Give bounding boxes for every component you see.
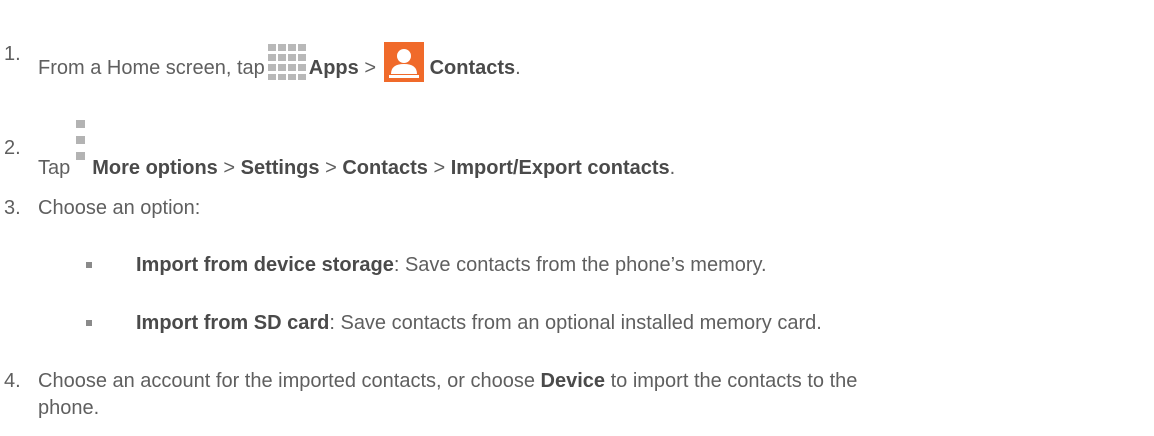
separator: >	[433, 157, 446, 179]
step-wrap-text: phone.	[38, 397, 100, 419]
step-number: 1.	[4, 43, 21, 65]
settings-label: Settings	[240, 157, 320, 179]
option-text: Import from device storage: Save contact…	[136, 253, 767, 277]
step-text: Choose an option:	[38, 197, 201, 219]
option-title: Import from device storage	[136, 254, 394, 276]
step-text: From a Home screen, tap Apps > Contacts.	[38, 42, 521, 82]
contacts-label: Contacts	[342, 157, 428, 179]
apps-grid-icon	[267, 42, 307, 82]
option-text: Import from SD card: Save contacts from …	[136, 311, 822, 335]
bullet-icon	[86, 262, 92, 268]
separator: >	[364, 57, 376, 79]
step-number: 4.	[4, 370, 21, 392]
step-number: 3.	[4, 197, 21, 219]
more-options-icon	[76, 120, 86, 182]
step-tail: to import the contacts to the	[610, 370, 858, 392]
option-desc: : Save contacts from the phone’s memory.	[393, 254, 767, 276]
device-label: Device	[540, 370, 606, 392]
contacts-label: Contacts	[429, 57, 516, 79]
separator: >	[325, 157, 337, 179]
step-lead: Choose an account for the imported conta…	[38, 370, 535, 392]
step-text: Choose an account for the imported conta…	[38, 369, 857, 393]
step-text: Tap More options > Settings > Contacts >…	[38, 120, 676, 182]
contacts-icon	[383, 42, 424, 82]
step-lead: From a Home screen, tap	[38, 57, 265, 79]
apps-label: Apps	[308, 57, 359, 79]
step-end: .	[669, 157, 676, 179]
more-options-label: More options	[92, 157, 218, 179]
option-title: Import from SD card	[136, 312, 330, 334]
bullet-icon	[86, 320, 92, 326]
option-desc: : Save contacts from an optional install…	[329, 312, 822, 334]
step-lead: Tap	[38, 157, 71, 179]
step-number: 2.	[4, 137, 21, 159]
separator: >	[223, 157, 236, 179]
import-export-label: Import/Export contacts	[450, 157, 670, 179]
step-end: .	[515, 57, 521, 79]
